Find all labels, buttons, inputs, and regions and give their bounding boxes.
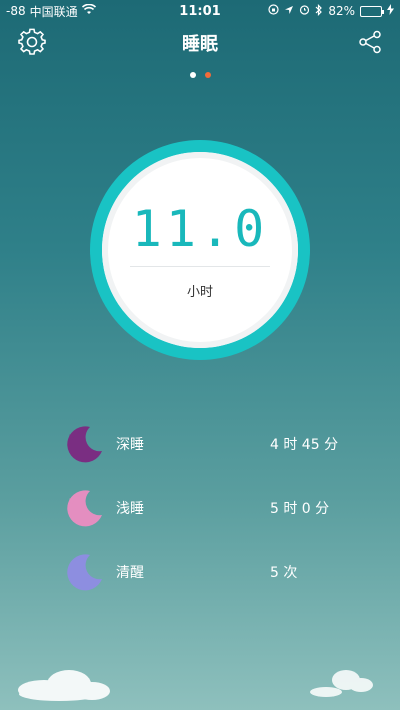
nav-bar: 睡眠 <box>0 22 400 62</box>
battery-icon <box>360 5 384 17</box>
cloud-left <box>14 662 114 706</box>
page-dot-1[interactable] <box>189 72 196 78</box>
sleep-ring: 11.0 小时 <box>90 140 310 360</box>
moon-light-sleep-icon: Z Z <box>60 485 106 531</box>
stat-row-awake: 清醒 5 次 <box>60 540 360 604</box>
stat-value: 5 时 0 分 <box>270 501 330 517</box>
location-icon <box>284 4 294 18</box>
cloud-right <box>306 660 376 704</box>
status-bar: -88 中国联通 11:01 82% <box>0 0 400 22</box>
svg-text:Z: Z <box>76 494 81 502</box>
stat-label: 清醒 <box>116 565 144 581</box>
charging-icon <box>387 4 394 18</box>
moon-deep-sleep-icon: Z Z <box>60 421 106 467</box>
alarm-icon <box>299 4 310 18</box>
sleep-ring-inner: 11.0 小时 <box>102 152 298 348</box>
status-right: 82% <box>268 3 394 19</box>
sleep-hours-unit: 小时 <box>186 285 213 300</box>
moon-awake-icon <box>60 549 106 595</box>
bluetooth-icon <box>315 3 323 19</box>
sleep-stats-list: Z Z 深睡 4 时 45 分 Z Z 浅睡 5 时 0 分 清醒 5 次 <box>60 412 360 604</box>
stat-row-light-sleep: Z Z 浅睡 5 时 0 分 <box>60 476 360 540</box>
page-indicator <box>0 72 400 78</box>
battery-percent: 82% <box>328 4 355 18</box>
page-dot-2[interactable] <box>204 72 211 78</box>
stat-value: 4 时 45 分 <box>270 437 339 453</box>
svg-text:Z: Z <box>76 430 81 438</box>
share-icon[interactable] <box>358 30 382 54</box>
stat-label: 浅睡 <box>116 501 144 517</box>
page-title: 睡眠 <box>182 34 218 55</box>
svg-text:Z: Z <box>69 434 76 444</box>
ring-divider <box>130 266 270 267</box>
svg-text:Z: Z <box>69 498 76 508</box>
stat-row-deep-sleep: Z Z 深睡 4 时 45 分 <box>60 412 360 476</box>
stat-label: 深睡 <box>116 437 144 453</box>
sleep-hours-value: 11.0 <box>131 200 269 258</box>
stat-value: 5 次 <box>270 565 298 581</box>
rotation-lock-icon <box>268 4 279 18</box>
